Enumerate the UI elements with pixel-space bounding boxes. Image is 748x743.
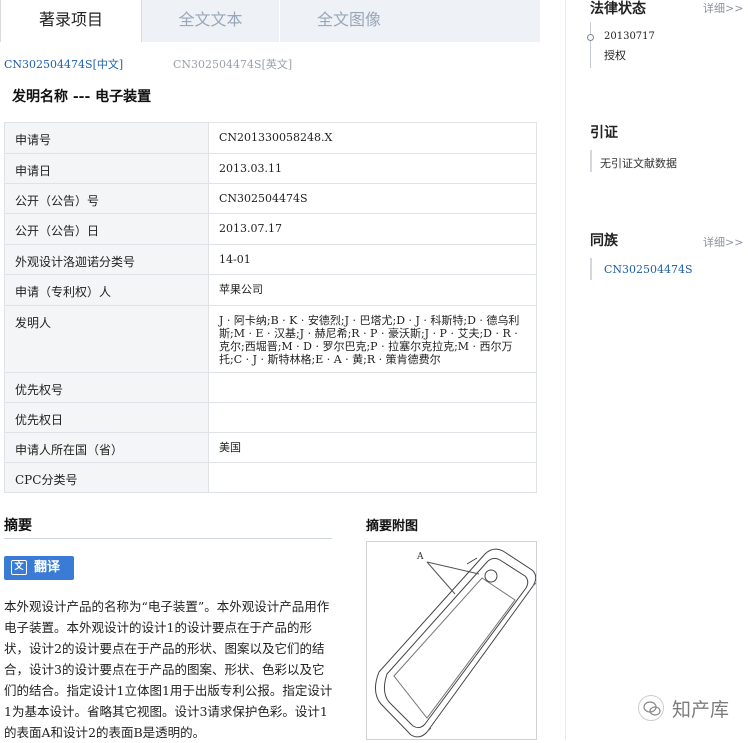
- abstract-figure[interactable]: A: [366, 541, 537, 740]
- field-key: 优先权号: [4, 372, 209, 403]
- translate-button[interactable]: 文 翻译: [4, 556, 74, 580]
- translate-label: 翻译: [34, 560, 61, 575]
- field-value: 苹果公司: [208, 274, 537, 306]
- abstract-text: 本外观设计产品的名称为“电子装置”。本外观设计产品用作电子装置。本外观设计的设计…: [4, 599, 333, 740]
- field-key: 公开（公告）日: [4, 213, 209, 245]
- field-value: 美国: [208, 432, 537, 463]
- abstract-heading: 摘要: [4, 518, 32, 534]
- legal-status-title: 法律状态: [590, 1, 646, 17]
- field-key: 发明人: [4, 305, 209, 373]
- lang-link-english[interactable]: CN302504474S[英文]: [173, 56, 292, 72]
- table-row: 申请号 CN201330058248.X: [4, 122, 537, 154]
- watermark-text: 知产库: [672, 699, 730, 721]
- field-value: [208, 402, 537, 433]
- field-value: J · 阿卡纳;B · K · 安德烈;J · 巴塔尤;D · J · 科斯特;…: [208, 305, 537, 373]
- main-panel: 著录项目 全文文本 全文图像 CN302504474S[中文] CN302504…: [0, 0, 565, 740]
- field-value: 14-01: [208, 244, 537, 275]
- field-key: 外观设计洛迦诺分类号: [4, 244, 209, 275]
- family-more-link[interactable]: 详细>>: [703, 234, 743, 250]
- invention-title: 发明名称 --- 电子装置: [12, 89, 152, 105]
- table-row: 申请日 2013.03.11: [4, 153, 537, 184]
- field-key: 申请（专利权）人: [4, 274, 209, 306]
- citation-title: 引证: [590, 125, 618, 141]
- field-value: CN302504474S: [208, 183, 537, 214]
- family-bar: [590, 258, 592, 280]
- table-row: 申请（专利权）人 苹果公司: [4, 274, 537, 306]
- sidebar: [565, 0, 748, 740]
- bibliographic-table: 申请号 CN201330058248.X 申请日 2013.03.11 公开（公…: [4, 122, 537, 493]
- legal-status-more-link[interactable]: 详细>>: [703, 0, 743, 16]
- field-value: 2013.03.11: [208, 153, 537, 184]
- table-row: 公开（公告）日 2013.07.17: [4, 213, 537, 245]
- table-row: 优先权日: [4, 402, 537, 433]
- legal-status-date: 20130717: [604, 31, 655, 42]
- field-key: 申请日: [4, 153, 209, 184]
- tab-bibliographic[interactable]: 著录项目: [0, 0, 142, 42]
- table-row: 发明人 J · 阿卡纳;B · K · 安德烈;J · 巴塔尤;D · J · …: [4, 305, 537, 373]
- field-value: 2013.07.17: [208, 213, 537, 245]
- phone-drawing: A: [375, 548, 536, 738]
- citation-bar: [590, 150, 592, 172]
- lang-link-chinese[interactable]: CN302504474S[中文]: [4, 56, 123, 72]
- tab-bar: 著录项目 全文文本 全文图像: [0, 0, 540, 42]
- field-key: 优先权日: [4, 402, 209, 433]
- watermark: 知产库: [632, 693, 748, 723]
- abstract-header: 摘要: [4, 515, 332, 539]
- translate-icon: 文: [11, 560, 27, 575]
- table-row: 外观设计洛迦诺分类号 14-01: [4, 244, 537, 275]
- field-key: 公开（公告）号: [4, 183, 209, 214]
- table-row: 公开（公告）号 CN302504474S: [4, 183, 537, 214]
- figure-label: A: [416, 552, 424, 562]
- field-key: 申请号: [4, 122, 209, 154]
- timeline-line: [590, 22, 591, 68]
- tab-bar-filler: [418, 0, 540, 42]
- wechat-logo-icon: [638, 695, 664, 721]
- field-value: [208, 372, 537, 403]
- field-key: 申请人所在国（省）: [4, 432, 209, 463]
- field-key: CPC分类号: [4, 462, 209, 493]
- table-row: 优先权号: [4, 372, 537, 403]
- timeline-dot-icon: [587, 34, 594, 41]
- figure-heading: 摘要附图: [366, 519, 419, 534]
- field-value: [208, 462, 537, 493]
- table-row: 申请人所在国（省） 美国: [4, 432, 537, 463]
- tab-full-text[interactable]: 全文文本: [142, 0, 280, 42]
- legal-status-value: 授权: [604, 49, 626, 62]
- family-title: 同族: [590, 233, 618, 249]
- field-value: CN201330058248.X: [208, 122, 537, 154]
- table-row: CPC分类号: [4, 462, 537, 493]
- family-item-link[interactable]: CN302504474S: [604, 263, 693, 276]
- citation-text: 无引证文献数据: [600, 157, 677, 170]
- tab-full-image[interactable]: 全文图像: [280, 0, 418, 42]
